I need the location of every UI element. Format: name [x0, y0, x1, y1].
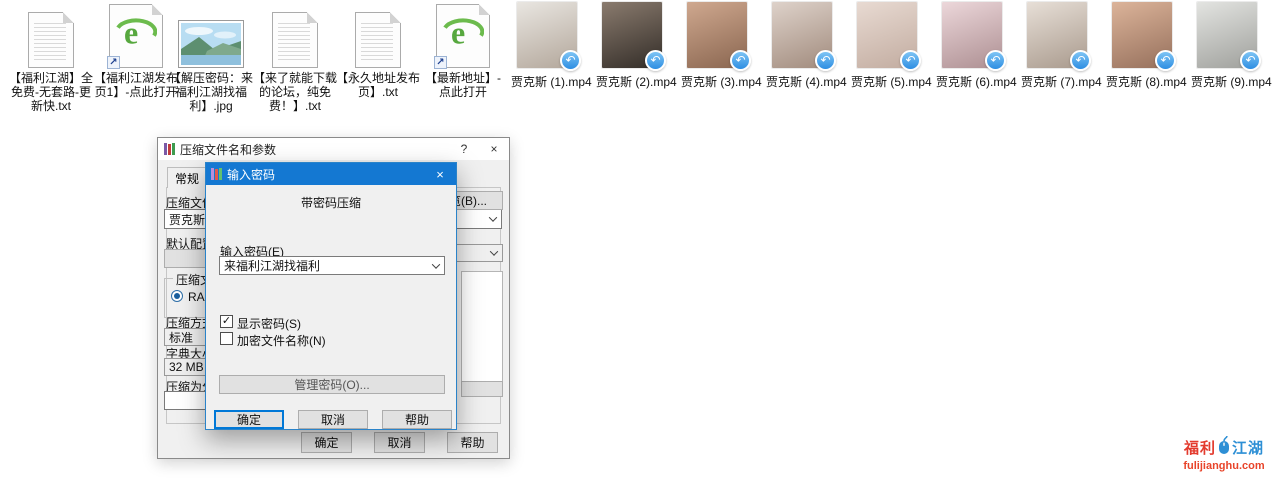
password-dialog-titlebar: 输入密码 × [206, 163, 456, 185]
watermark-brand-right: 江湖 [1232, 437, 1264, 458]
desktop-file-txt-2[interactable]: 【来了就能下载的论坛，纯免费！】.txt [251, 2, 339, 113]
desktop-file-jpg[interactable]: 【解压密码：来福利江湖找福利】.jpg [167, 2, 255, 113]
ie-logo-icon: e [442, 13, 484, 58]
video-thumbnail: ↶ [857, 2, 917, 68]
watermark-site-url: fulijianghu.com [1176, 460, 1272, 472]
media-arrow-icon: ↶ [560, 50, 581, 71]
desktop-file-txt-3[interactable]: 【永久地址发布页】.txt [334, 2, 422, 99]
hidden-right-button[interactable] [461, 381, 503, 397]
organize-passwords-button[interactable]: 管理密码(O)... [219, 375, 445, 394]
format-rar-radio[interactable] [171, 290, 183, 302]
video-label: 贾克斯 (8).mp4 [1106, 73, 1178, 90]
video-thumbnail: ↶ [1197, 2, 1257, 68]
help-titlebar-button[interactable]: ? [449, 138, 479, 160]
video-label: 贾克斯 (4).mp4 [766, 73, 838, 90]
video-file[interactable]: ↶ 贾克斯 (6).mp4 [936, 2, 1008, 90]
ok-button[interactable]: 确定 [214, 410, 284, 429]
site-watermark: 福利 江湖 fulijianghu.com [1176, 436, 1272, 472]
chevron-down-icon [428, 257, 444, 274]
video-thumbnail: ↶ [1112, 2, 1172, 68]
media-arrow-icon: ↶ [1155, 50, 1176, 71]
desktop-file-ie-2[interactable]: e ↗ 【最新地址】-点此打开 [419, 2, 507, 99]
password-combobox[interactable]: 来福利江湖找福利 [219, 256, 445, 275]
video-thumbnail: ↶ [1027, 2, 1087, 68]
video-file[interactable]: ↶ 贾克斯 (5).mp4 [851, 2, 923, 90]
encrypt-names-checkbox[interactable] [220, 332, 233, 345]
mouse-icon [1217, 436, 1231, 459]
tab-general[interactable]: 常规 [167, 167, 207, 188]
video-thumbnail: ↶ [687, 2, 747, 68]
chevron-down-icon [485, 210, 501, 228]
show-password-checkbox[interactable]: ✓ [220, 315, 233, 328]
file-label: 【福利江湖】全免费-无套路-更新快.txt [7, 71, 95, 113]
video-label: 贾克斯 (6).mp4 [936, 73, 1008, 90]
video-thumbnail: ↶ [772, 2, 832, 68]
help-button[interactable]: 帮助 [447, 432, 498, 453]
video-label: 贾克斯 (1).mp4 [511, 73, 583, 90]
video-label: 贾克斯 (9).mp4 [1191, 73, 1263, 90]
video-label: 贾克斯 (2).mp4 [596, 73, 668, 90]
password-dialog-header: 带密码压缩 [206, 194, 456, 211]
media-arrow-icon: ↶ [815, 50, 836, 71]
archive-dialog-titlebar: 压缩文件名和参数 ? × [158, 138, 509, 160]
video-file[interactable]: ↶ 贾克斯 (7).mp4 [1021, 2, 1093, 90]
video-file[interactable]: ↶ 贾克斯 (3).mp4 [681, 2, 753, 90]
media-arrow-icon: ↶ [1240, 50, 1261, 71]
text-file-icon [28, 12, 74, 68]
file-label: 【来了就能下载的论坛，纯免费！】.txt [251, 71, 339, 113]
cancel-button[interactable]: 取消 [374, 432, 425, 453]
media-arrow-icon: ↶ [645, 50, 666, 71]
ie-logo-icon: e [115, 13, 157, 58]
close-icon[interactable]: × [479, 138, 509, 160]
chevron-down-icon [486, 245, 502, 261]
watermark-brand-left: 福利 [1184, 437, 1216, 458]
video-label: 贾克斯 (3).mp4 [681, 73, 753, 90]
video-thumbnail: ↶ [517, 2, 577, 68]
archive-dialog-title: 压缩文件名和参数 [180, 141, 276, 158]
internet-shortcut-icon: e ↗ [436, 4, 490, 68]
media-arrow-icon: ↶ [985, 50, 1006, 71]
video-label: 贾克斯 (5).mp4 [851, 73, 923, 90]
media-arrow-icon: ↶ [900, 50, 921, 71]
cancel-button[interactable]: 取消 [298, 410, 368, 429]
dict-size-value: 32 MB [169, 360, 204, 374]
video-file[interactable]: ↶ 贾克斯 (8).mp4 [1106, 2, 1178, 90]
text-file-icon [355, 12, 401, 68]
text-file-icon [272, 12, 318, 68]
password-value: 来福利江湖找福利 [224, 257, 320, 274]
help-button[interactable]: 帮助 [382, 410, 452, 429]
video-file[interactable]: ↶ 贾克斯 (4).mp4 [766, 2, 838, 90]
video-thumbnail: ↶ [942, 2, 1002, 68]
video-thumbnail: ↶ [602, 2, 662, 68]
file-label: 【解压密码：来福利江湖找福利】.jpg [167, 71, 255, 113]
internet-shortcut-icon: e ↗ [109, 4, 163, 68]
media-arrow-icon: ↶ [730, 50, 751, 71]
ok-button[interactable]: 确定 [301, 432, 352, 453]
video-file[interactable]: ↶ 贾克斯 (9).mp4 [1191, 2, 1263, 90]
video-file[interactable]: ↶ 贾克斯 (2).mp4 [596, 2, 668, 90]
video-label: 贾克斯 (7).mp4 [1021, 73, 1093, 90]
password-dialog-title: 输入密码 [227, 166, 275, 183]
method-value: 标准 [169, 329, 193, 346]
winrar-icon [211, 168, 222, 180]
close-icon[interactable]: × [424, 163, 456, 185]
file-label: 【最新地址】-点此打开 [419, 71, 507, 99]
file-label: 【永久地址发布页】.txt [334, 71, 422, 99]
shortcut-arrow-icon: ↗ [434, 56, 447, 69]
options-panel [461, 271, 503, 391]
desktop: 【福利江湖】全免费-无套路-更新快.txt e ↗ 【福利江湖发布页1】-点此打… [0, 0, 1280, 485]
image-file-icon [178, 20, 244, 68]
shortcut-arrow-icon: ↗ [107, 56, 120, 69]
video-file[interactable]: ↶ 贾克斯 (1).mp4 [511, 2, 583, 90]
desktop-file-txt-1[interactable]: 【福利江湖】全免费-无套路-更新快.txt [7, 2, 95, 113]
media-arrow-icon: ↶ [1070, 50, 1091, 71]
encrypt-names-label: 加密文件名称(N) [237, 332, 326, 349]
winrar-icon [164, 143, 175, 155]
password-dialog: 输入密码 × 带密码压缩 输入密码(E) 来福利江湖找福利 ✓ 显示密码(S) … [205, 162, 457, 430]
show-password-label: 显示密码(S) [237, 315, 301, 332]
